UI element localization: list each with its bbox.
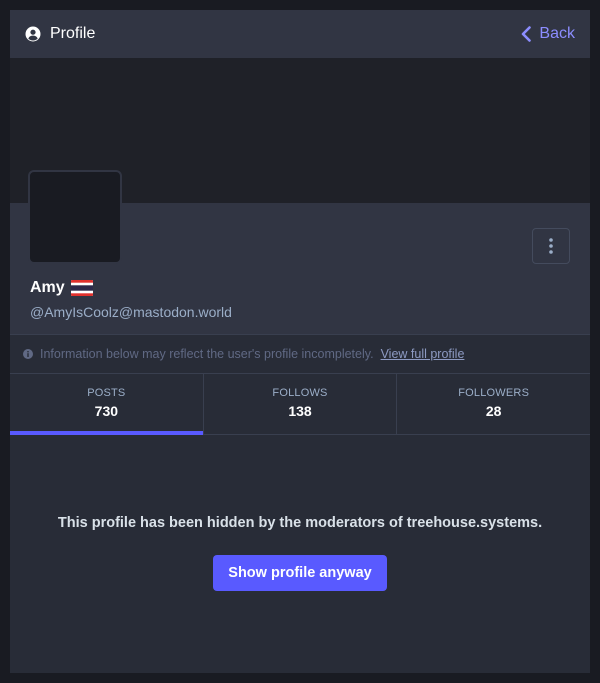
limited-info-notice: Information below may reflect the user's… — [10, 334, 590, 374]
back-button[interactable]: Back — [521, 10, 575, 58]
profile-counters: POSTS 730 FOLLOWS 138 FOLLOWERS 28 — [10, 374, 590, 435]
follows-label: FOLLOWS — [272, 387, 328, 399]
user-circle-icon — [25, 26, 41, 42]
chevron-left-icon — [522, 26, 532, 42]
followers-label: FOLLOWERS — [458, 387, 530, 399]
profile-column: Profile Back Amy @AmyIsCoolz@mastodon.wo… — [10, 10, 590, 673]
account-handle: @AmyIsCoolz@mastodon.world — [30, 304, 232, 320]
posts-count: 730 — [94, 403, 119, 419]
display-name: Amy — [30, 279, 93, 297]
view-full-profile-link[interactable]: View full profile — [381, 347, 465, 361]
info-circle-icon — [23, 349, 33, 359]
column-title-text: Profile — [50, 25, 96, 42]
follows-counter[interactable]: FOLLOWS 138 — [204, 374, 398, 434]
notice-text: Information below may reflect the user's… — [40, 347, 374, 361]
profile-info: Amy @AmyIsCoolz@mastodon.world — [10, 170, 590, 334]
avatar[interactable] — [28, 170, 122, 264]
column-header: Profile Back — [10, 10, 590, 58]
display-name-text: Amy — [30, 279, 65, 296]
back-label: Back — [539, 25, 575, 42]
thailand-flag-icon — [70, 280, 93, 296]
show-profile-anyway-button[interactable]: Show profile anyway — [213, 555, 387, 591]
ellipsis-vertical-icon — [549, 238, 553, 254]
followers-counter[interactable]: FOLLOWERS 28 — [397, 374, 590, 434]
follows-count: 138 — [288, 403, 312, 419]
posts-counter[interactable]: POSTS 730 — [10, 374, 204, 435]
profile-menu-button[interactable] — [532, 228, 570, 264]
posts-label: POSTS — [87, 387, 126, 399]
column-title: Profile — [25, 25, 95, 43]
followers-count: 28 — [485, 403, 502, 419]
moderation-hidden-message: This profile has been hidden by the mode… — [57, 515, 543, 531]
